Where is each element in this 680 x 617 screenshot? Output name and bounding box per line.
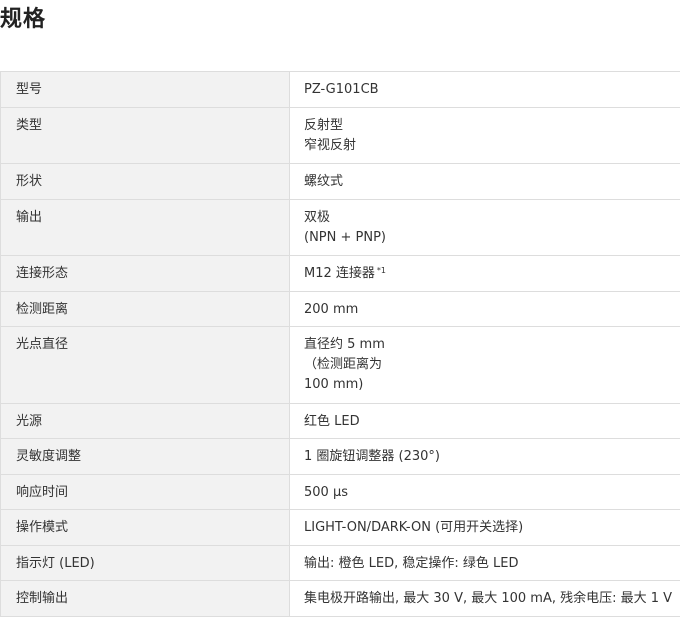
spec-value-text: PZ-G101CB: [304, 82, 379, 97]
spec-row: 形状螺纹式: [1, 164, 680, 200]
spec-value-text: （检测距离为: [304, 357, 382, 372]
spec-value: 螺纹式: [290, 164, 680, 200]
spec-label: 操作模式: [1, 510, 290, 546]
spec-label: 控制输出: [1, 581, 290, 617]
spec-value: PZ-G101CB: [290, 72, 680, 108]
spec-value-text: 200 mm: [304, 302, 358, 317]
spec-row: 控制输出集电极开路输出, 最大 30 V, 最大 100 mA, 残余电压: 最…: [1, 581, 680, 617]
page-title: 规格: [0, 4, 46, 36]
spec-row: 光点直径直径约 5 mm （检测距离为 100 mm): [1, 327, 680, 404]
spec-value: M12 连接器*1: [290, 256, 680, 292]
spec-value-line: 500 µs: [304, 483, 680, 503]
spec-row: 灵敏度调整 1 圈旋钮调整器 (230°): [1, 439, 680, 475]
spec-value: 输出: 橙色 LED, 稳定操作: 绿色 LED: [290, 546, 680, 581]
spec-value-line: PZ-G101CB: [304, 80, 680, 100]
spec-label: 灵敏度调整: [1, 439, 290, 475]
spec-value: 500 µs: [290, 475, 680, 510]
spec-value-line: (NPN + PNP): [304, 228, 680, 248]
spec-value-line: 反射型: [304, 116, 680, 136]
spec-value-line: 双极: [304, 208, 680, 228]
spec-value-line: 窄视反射: [304, 136, 680, 156]
spec-value-line: 螺纹式: [304, 172, 680, 192]
spec-value-line: 集电极开路输出, 最大 30 V, 最大 100 mA, 残余电压: 最大 1 …: [304, 589, 680, 609]
spec-table: 型号PZ-G101CB类型反射型窄视反射形状螺纹式输出双极(NPN + PNP)…: [0, 71, 680, 617]
spec-row: 检测距离 200 mm: [1, 292, 680, 327]
spec-label: 光点直径: [1, 327, 290, 404]
spec-value-text: 螺纹式: [304, 174, 343, 189]
spec-value-line: （检测距离为: [304, 355, 680, 375]
spec-row: 类型反射型窄视反射: [1, 108, 680, 164]
spec-value-text: (NPN + PNP): [304, 230, 386, 245]
spec-row: 型号 PZ-G101CB: [1, 72, 680, 108]
spec-value-text: 500 µs: [304, 485, 348, 500]
footnote-link[interactable]: *1: [377, 266, 386, 275]
spec-value-text: 红色 LED: [304, 414, 360, 429]
spec-value-text: 直径约 5 mm: [304, 337, 385, 352]
spec-label: 型号: [1, 72, 290, 108]
spec-value-line: LIGHT-ON/DARK-ON (可用开关选择): [304, 518, 680, 538]
spec-label: 输出: [1, 200, 290, 256]
spec-value-text: 1 圈旋钮调整器 (230°): [304, 449, 440, 464]
spec-label: 指示灯 (LED): [1, 546, 290, 581]
spec-value-line: 输出: 橙色 LED, 稳定操作: 绿色 LED: [304, 554, 680, 574]
spec-label: 检测距离: [1, 292, 290, 327]
spec-row: 光源红色 LED: [1, 404, 680, 439]
spec-label: 响应时间: [1, 475, 290, 510]
spec-value-text: 双极: [304, 210, 330, 225]
spec-value-line: 红色 LED: [304, 412, 680, 432]
spec-label: 连接形态: [1, 256, 290, 292]
spec-value-line: 100 mm): [304, 375, 680, 395]
spec-label: 形状: [1, 164, 290, 200]
spec-row: 响应时间 500 µs: [1, 475, 680, 510]
spec-value-line: 1 圈旋钮调整器 (230°): [304, 447, 680, 467]
spec-row: 操作模式 LIGHT-ON/DARK-ON (可用开关选择): [1, 510, 680, 546]
spec-value-text: M12 连接器: [304, 266, 375, 281]
spec-value-line: 200 mm: [304, 300, 680, 320]
spec-value: 直径约 5 mm （检测距离为 100 mm): [290, 327, 680, 404]
spec-value: 反射型窄视反射: [290, 108, 680, 164]
spec-value: 双极 (NPN + PNP): [290, 200, 680, 256]
spec-value-line: 直径约 5 mm: [304, 335, 680, 355]
spec-value-text: 100 mm): [304, 377, 363, 392]
spec-row: 连接形态 M12 连接器*1: [1, 256, 680, 292]
spec-value-text: 窄视反射: [304, 138, 356, 153]
spec-value: 200 mm: [290, 292, 680, 327]
spec-value: 红色 LED: [290, 404, 680, 439]
spec-value-text: 集电极开路输出, 最大 30 V, 最大 100 mA, 残余电压: 最大 1 …: [304, 591, 672, 606]
spec-row: 指示灯 (LED) 输出: 橙色 LED, 稳定操作: 绿色 LED: [1, 546, 680, 581]
spec-label: 光源: [1, 404, 290, 439]
spec-value-text: LIGHT-ON/DARK-ON (可用开关选择): [304, 520, 523, 535]
spec-table-body: 型号PZ-G101CB类型反射型窄视反射形状螺纹式输出双极(NPN + PNP)…: [1, 72, 680, 617]
spec-value: 集电极开路输出, 最大 30 V, 最大 100 mA, 残余电压: 最大 1 …: [290, 581, 680, 617]
spec-value: LIGHT-ON/DARK-ON (可用开关选择): [290, 510, 680, 546]
spec-row: 输出双极 (NPN + PNP): [1, 200, 680, 256]
spec-label: 类型: [1, 108, 290, 164]
spec-value-text: 输出: 橙色 LED, 稳定操作: 绿色 LED: [304, 556, 519, 571]
spec-value-text: 反射型: [304, 118, 343, 133]
spec-value-line: M12 连接器*1: [304, 264, 680, 284]
spec-value: 1 圈旋钮调整器 (230°): [290, 439, 680, 475]
